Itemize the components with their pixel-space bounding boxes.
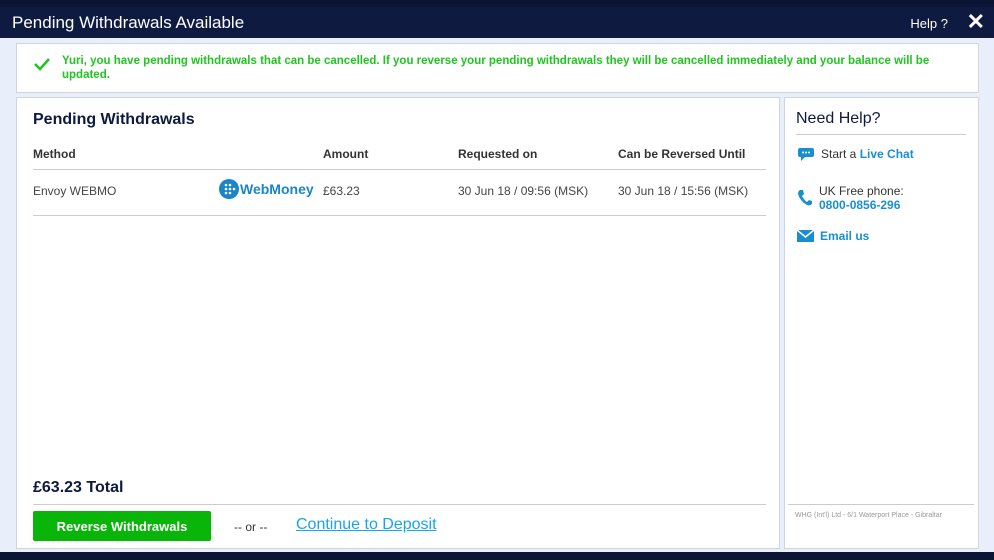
column-reversed-until: Can be Reversed Until <box>618 147 746 161</box>
info-alert: Yuri, you have pending withdrawals that … <box>16 43 979 93</box>
phone-row: UK Free phone: 0800-0856-296 <box>797 184 904 212</box>
panel-title: Pending Withdrawals <box>33 111 195 128</box>
phone-label: UK Free phone: <box>819 184 904 198</box>
or-separator: -- or -- <box>234 520 268 534</box>
checkmark-icon <box>34 58 50 71</box>
modal-title: Pending Withdrawals Available <box>12 13 245 32</box>
total-amount: £63.23 Total <box>33 479 124 496</box>
continue-to-deposit-link[interactable]: Continue to Deposit <box>296 516 437 534</box>
phone-number[interactable]: 0800-0856-296 <box>819 198 900 212</box>
pending-withdrawals-panel: Pending Withdrawals Method Amount Reques… <box>16 97 780 549</box>
live-chat-link[interactable]: Live Chat <box>860 147 914 161</box>
bottom-bar <box>0 552 994 560</box>
requested-cell: 30 Jun 18 / 09:56 (MSK) <box>458 184 589 198</box>
email-row[interactable]: Email us <box>797 229 869 243</box>
chat-prefix: Start a <box>821 147 857 161</box>
alert-message: Yuri, you have pending withdrawals that … <box>62 55 930 81</box>
help-title: Need Help? <box>796 110 881 127</box>
logo-text: WebMoney <box>240 181 314 197</box>
phone-icon <box>798 190 812 206</box>
live-chat-row[interactable]: Start a Live Chat <box>797 147 914 162</box>
column-requested: Requested on <box>458 147 538 161</box>
divider <box>33 504 766 505</box>
help-link[interactable]: Help ? <box>910 16 948 31</box>
webmoney-logo: WebMoney <box>218 178 314 200</box>
until-cell: 30 Jun 18 / 15:56 (MSK) <box>618 184 749 198</box>
reverse-withdrawals-button[interactable]: Reverse Withdrawals <box>33 511 211 541</box>
help-panel: Need Help? Start a Live Chat UK Free pho… <box>784 97 979 549</box>
method-cell: Envoy WEBMO <box>33 184 117 198</box>
envelope-icon <box>797 230 814 242</box>
divider <box>33 169 766 170</box>
divider <box>788 504 974 505</box>
modal-header: Pending Withdrawals Available Help ? ✕ <box>0 7 994 38</box>
chat-icon <box>798 148 814 161</box>
site-nav-bar <box>0 0 994 7</box>
column-method: Method <box>33 147 76 161</box>
email-link[interactable]: Email us <box>820 229 869 243</box>
close-icon[interactable]: ✕ <box>967 9 985 35</box>
company-footer: WHG (Int'l) Ltd - 6/1 Waterport Place - … <box>795 512 942 519</box>
amount-cell: £63.23 <box>323 184 360 198</box>
globe-icon <box>219 179 239 199</box>
divider <box>33 215 766 216</box>
divider <box>796 134 966 135</box>
column-amount: Amount <box>323 147 369 161</box>
